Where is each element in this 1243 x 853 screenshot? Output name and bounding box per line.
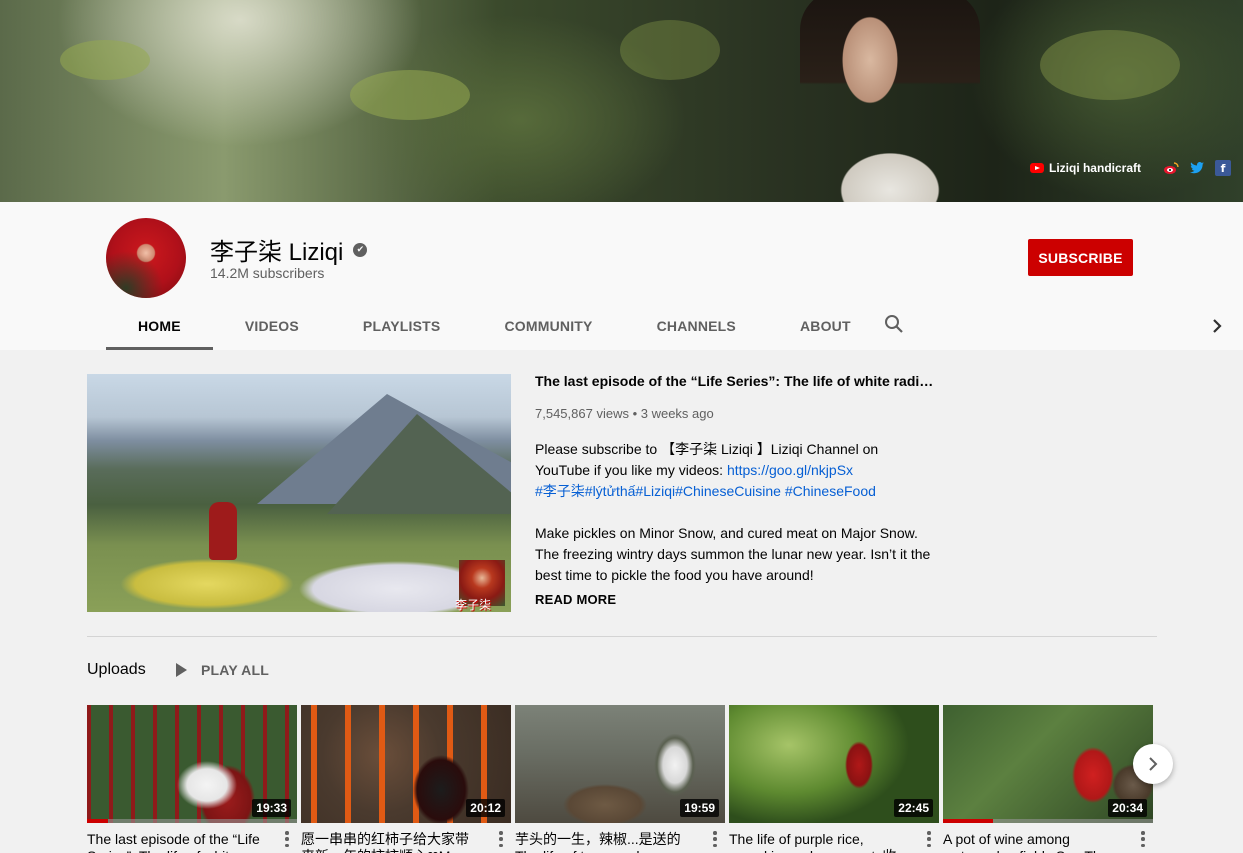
tab-community[interactable]: COMMUNITY — [472, 302, 624, 350]
youtube-icon — [1029, 163, 1044, 173]
more-vert-icon[interactable] — [1141, 831, 1145, 847]
more-vert-icon[interactable] — [713, 831, 717, 847]
featured-video-thumbnail[interactable]: 李子柒 — [87, 374, 511, 612]
search-icon[interactable] — [884, 314, 904, 334]
video-thumbnail[interactable]: 20:12 — [301, 705, 511, 823]
video-duration: 20:12 — [466, 799, 505, 817]
banner-link-youtube[interactable]: Liziqi handicraft — [1029, 161, 1141, 175]
banner-portrait — [800, 0, 980, 202]
featured-video-description: Please subscribe to 【李子柒 Liziqi 】Liziqi … — [535, 439, 935, 607]
tab-videos[interactable]: VIDEOS — [213, 302, 331, 350]
video-title[interactable]: The last episode of the “Life Series”: T… — [87, 831, 267, 853]
subscriber-count: 14.2M subscribers — [210, 265, 325, 281]
banner-foliage — [1040, 30, 1180, 100]
avatar[interactable] — [106, 218, 186, 298]
video-thumbnail[interactable]: 22:45 — [729, 705, 939, 823]
facebook-icon[interactable]: f — [1215, 160, 1231, 176]
description-paragraph: Please subscribe to 【李子柒 Liziqi 】Liziqi … — [535, 439, 935, 502]
shelf-next-button[interactable] — [1133, 744, 1173, 784]
banner-foliage — [350, 70, 470, 120]
video-duration: 20:34 — [1108, 799, 1147, 817]
watch-progress-bar — [943, 819, 994, 823]
chevron-right-icon — [1149, 757, 1158, 771]
video-title[interactable]: A pot of wine among watermelon fields So… — [943, 831, 1123, 853]
thumbnail-person — [209, 502, 237, 560]
video-card[interactable]: 20:34 A pot of wine among watermelon fie… — [943, 705, 1153, 853]
watermark-text: 李子柒 — [455, 598, 492, 612]
view-count: 7,545,867 views — [535, 406, 629, 421]
uploads-shelf-title[interactable]: Uploads — [87, 661, 146, 679]
channel-banner: Liziqi handicraft f — [0, 0, 1243, 202]
video-thumbnail[interactable]: 19:33 — [87, 705, 297, 823]
description-hashtags[interactable]: #李子柒#lýtửthấ#Liziqi#ChineseCuisine #Chin… — [535, 483, 876, 499]
video-title[interactable]: The life of purple rice, pumpkin, and ..… — [729, 831, 909, 853]
watch-progress-track — [87, 819, 297, 823]
twitter-icon[interactable] — [1189, 160, 1205, 176]
read-more-button[interactable]: READ MORE — [535, 592, 616, 607]
tab-channels[interactable]: CHANNELS — [625, 302, 768, 350]
video-card[interactable]: 19:59 芋头的一生，辣椒...是送的 The life of taro...… — [515, 705, 725, 853]
more-vert-icon[interactable] — [927, 831, 931, 847]
banner-link-label: Liziqi handicraft — [1048, 161, 1141, 175]
channel-name[interactable]: 李子柒 Liziqi — [210, 232, 343, 267]
video-duration: 22:45 — [894, 799, 933, 817]
tab-about[interactable]: ABOUT — [768, 302, 883, 350]
description-paragraph: Make pickles on Minor Snow, and cured me… — [535, 525, 931, 583]
channel-header: 李子柒 Liziqi ✔ 14.2M subscribers SUBSCRIBE… — [0, 202, 1243, 350]
banner-foliage — [620, 20, 720, 80]
description-link[interactable]: https://goo.gl/nkjpSx — [727, 462, 853, 478]
video-title[interactable]: 芋头的一生，辣椒...是送的 The life of taro...and pe… — [515, 831, 695, 853]
channel-title: 李子柒 Liziqi ✔ — [210, 232, 368, 267]
featured-video-meta: 7,545,867 views • 3 weeks ago — [535, 406, 714, 421]
section-divider — [87, 636, 1157, 637]
chevron-right-icon[interactable] — [1208, 314, 1226, 338]
banner-foliage — [60, 40, 150, 80]
video-title[interactable]: 愿一串串的红柿子给大家带来新一年的柿柿顺心❤May the — [301, 831, 481, 853]
video-card[interactable]: 20:12 愿一串串的红柿子给大家带来新一年的柿柿顺心❤May the — [301, 705, 511, 853]
video-thumbnail[interactable]: 19:59 — [515, 705, 725, 823]
subscribe-button[interactable]: SUBSCRIBE — [1028, 239, 1133, 276]
banner-links: Liziqi handicraft f — [1029, 158, 1231, 178]
featured-video-title[interactable]: The last episode of the “Life Series”: T… — [535, 372, 935, 390]
video-duration: 19:33 — [252, 799, 291, 817]
meta-separator: • — [628, 406, 641, 421]
more-vert-icon[interactable] — [499, 831, 503, 847]
channel-tabs: HOME VIDEOS PLAYLISTS COMMUNITY CHANNELS… — [106, 302, 883, 350]
play-all-button[interactable]: PLAY ALL — [176, 662, 269, 678]
thumbnail-mountain — [327, 414, 511, 514]
video-duration: 19:59 — [680, 799, 719, 817]
upload-age: 3 weeks ago — [640, 406, 714, 421]
more-vert-icon[interactable] — [285, 831, 289, 847]
play-all-label: PLAY ALL — [201, 662, 269, 678]
watch-progress-bar — [87, 819, 108, 823]
video-thumbnail[interactable]: 20:34 — [943, 705, 1153, 823]
check-circle-icon: ✔ — [353, 242, 368, 257]
video-card[interactable]: 22:45 The life of purple rice, pumpkin, … — [729, 705, 939, 853]
weibo-icon[interactable] — [1163, 160, 1179, 176]
tab-home[interactable]: HOME — [106, 302, 213, 350]
play-icon — [176, 663, 187, 677]
video-card[interactable]: 19:33 The last episode of the “Life Seri… — [87, 705, 297, 853]
tab-playlists[interactable]: PLAYLISTS — [331, 302, 473, 350]
